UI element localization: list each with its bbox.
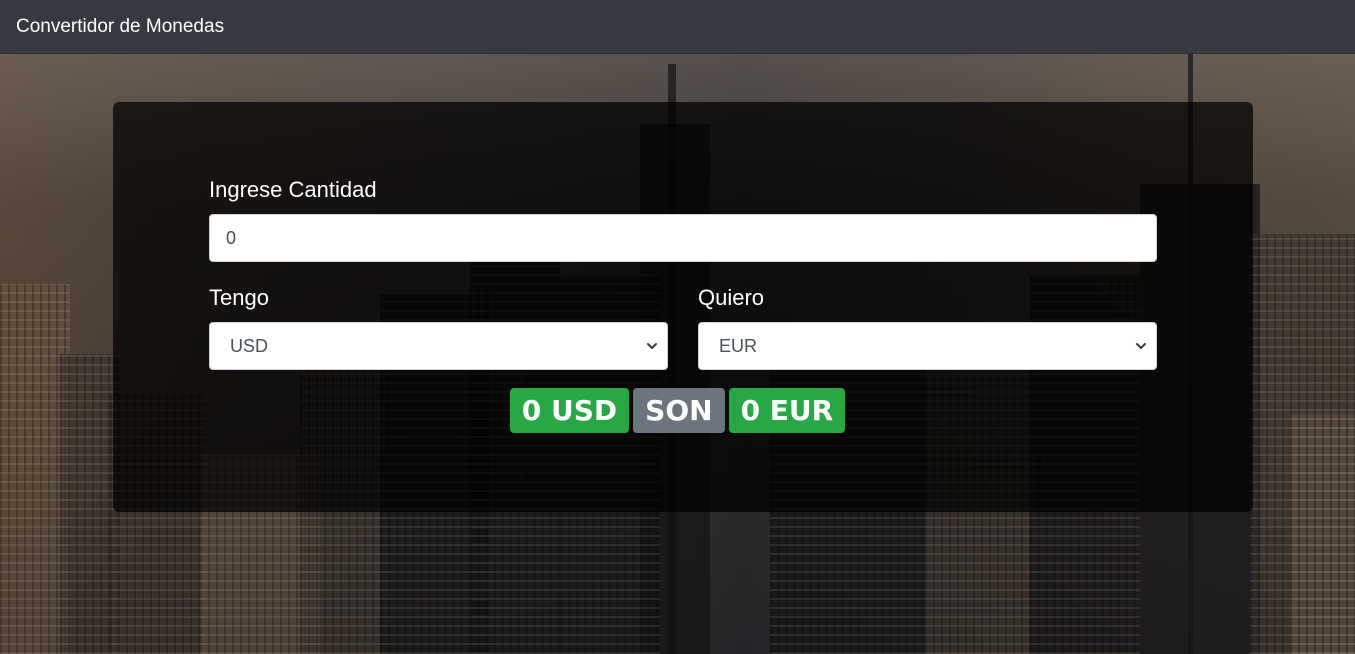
from-currency-value: USD [230, 336, 269, 356]
from-amount-badge: 0 USD [509, 388, 630, 433]
navbar: Convertidor de Monedas [0, 0, 1355, 54]
connector-badge: SON [633, 388, 725, 433]
navbar-brand[interactable]: Convertidor de Monedas [16, 15, 224, 39]
from-currency-select[interactable]: USD [209, 322, 668, 370]
from-currency-label: Tengo [209, 285, 269, 310]
amount-input[interactable]: 0 [209, 214, 1157, 262]
amount-label: Ingrese Cantidad [209, 177, 377, 202]
conversion-result: 0 USD SON 0 EUR [0, 388, 1355, 433]
amount-input-value: 0 [226, 228, 237, 248]
chevron-down-icon [647, 343, 657, 349]
to-currency-value: EUR [719, 336, 758, 356]
chevron-down-icon [1136, 343, 1146, 349]
converter-card [113, 102, 1253, 512]
to-currency-label: Quiero [698, 285, 765, 310]
to-currency-select[interactable]: EUR [698, 322, 1157, 370]
to-amount-badge: 0 EUR [728, 388, 846, 433]
